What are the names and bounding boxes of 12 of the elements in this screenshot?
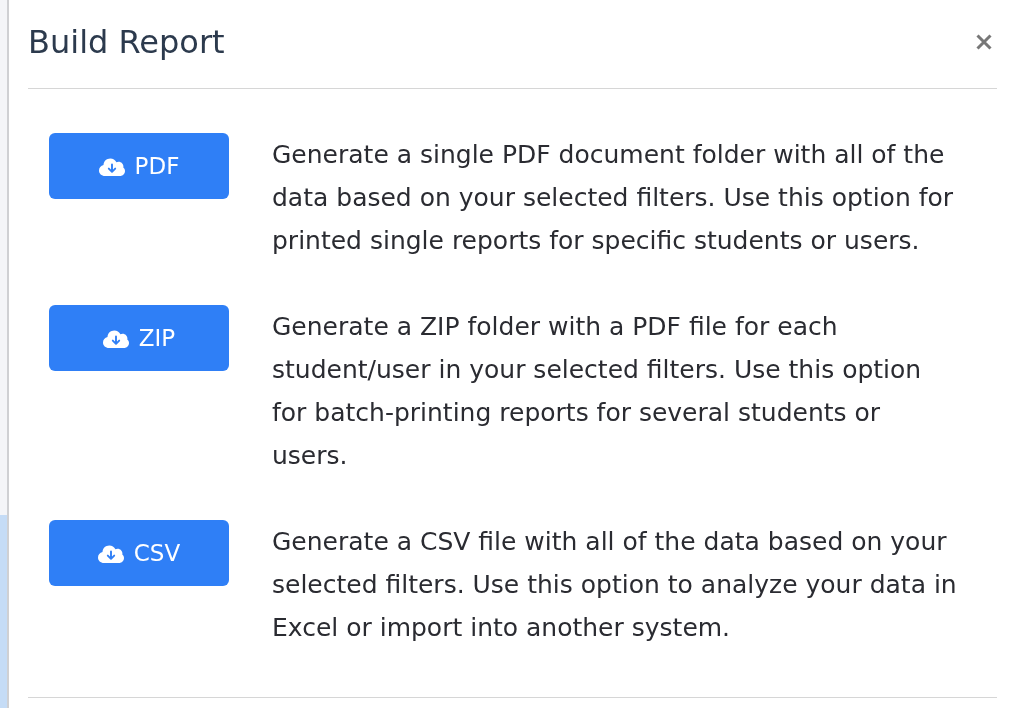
close-button[interactable] [976, 34, 992, 50]
option-description: Generate a single PDF document folder with all of the data based on your selected filters. Use this option for printed single reports for specific students or users. [272, 139, 955, 257]
cloud-download-icon [102, 328, 129, 348]
option-description: Generate a ZIP folder with a PDF file for each student/user in your selected filters. Use this option for batch-printing reports for several students or users. [272, 311, 923, 472]
close-icon [976, 34, 992, 50]
dialog-title: Build Report [28, 23, 225, 61]
cloud-download-icon [98, 156, 125, 176]
download-button[interactable]: ZIP [49, 305, 229, 371]
download-button[interactable]: CSV [49, 520, 229, 586]
download-button[interactable]: PDF [49, 133, 229, 199]
cloud-download-icon [97, 543, 124, 563]
option-description: Generate a CSV file with all of the data based on your selected filters. Use this option to analyze your data in Excel or import into another system. [272, 526, 958, 644]
